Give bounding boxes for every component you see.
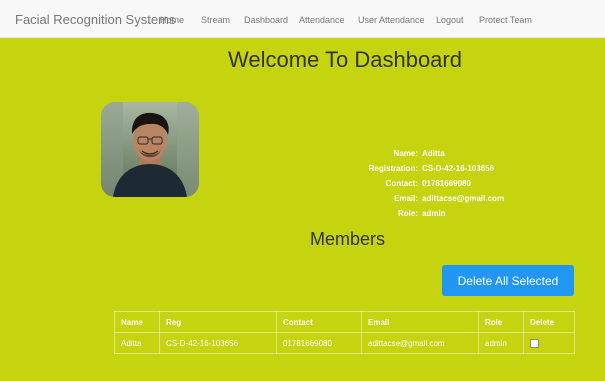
role-label: Role: [398, 209, 418, 218]
cell-name: Aditta [114, 332, 160, 354]
cell-reg: CS-D-42-16-103656 [159, 332, 277, 354]
nav-link-protect-team[interactable]: Protect Team [479, 15, 532, 25]
name-label: Name: [393, 149, 418, 158]
avatar-photo [101, 102, 199, 197]
delete-all-selected-button[interactable]: Delete All Selected [442, 265, 574, 296]
name-value: Aditta [422, 149, 445, 158]
contact-value: 01781669080 [422, 179, 471, 188]
column-header-role: Role [478, 311, 524, 333]
avatar [101, 102, 199, 197]
nav-link-dashboard[interactable]: Dashboard [244, 15, 288, 25]
members-table: Name Reg Contact Email Role Delete Aditt… [114, 311, 575, 354]
table-header-row: Name Reg Contact Email Role Delete [114, 311, 575, 333]
column-header-name: Name [114, 311, 160, 333]
registration-label: Registration: [368, 164, 418, 173]
cell-contact: 01781669080 [276, 332, 362, 354]
cell-role: admin [478, 332, 524, 354]
nav-link-home[interactable]: Home [160, 15, 184, 25]
nav-link-attendance[interactable]: Attendance [299, 15, 345, 25]
nav-link-stream[interactable]: Stream [201, 15, 230, 25]
profile-values: Aditta CS-D-42-16-103656 01781669080 adi… [418, 146, 568, 221]
table-row: Aditta CS-D-42-16-103656 01781669080 adi… [114, 332, 575, 354]
profile-labels: Name: Registration: Contact: Email: Role… [298, 146, 418, 221]
role-value: admin [422, 209, 446, 218]
cell-email: adittacse@gmail.com [361, 332, 479, 354]
column-header-email: Email [361, 311, 479, 333]
navbar: Facial Recognition Systems Home Stream D… [0, 0, 605, 38]
column-header-contact: Contact [276, 311, 362, 333]
nav-link-logout[interactable]: Logout [436, 15, 464, 25]
email-label: Email: [393, 194, 418, 203]
column-header-reg: Reg [159, 311, 277, 333]
registration-value: CS-D-42-16-103656 [422, 164, 495, 173]
contact-label: Contact: [385, 179, 418, 188]
cell-delete [523, 332, 575, 354]
email-value: adittacse@gmail.com [422, 194, 505, 203]
members-title: Members [310, 229, 386, 249]
page-title: Welcome To Dashboard [228, 47, 462, 72]
nav-link-user-attendance[interactable]: User Attendance [358, 15, 425, 25]
column-header-delete: Delete [523, 311, 575, 333]
navbar-brand[interactable]: Facial Recognition Systems [15, 12, 175, 27]
delete-checkbox[interactable] [530, 338, 539, 348]
